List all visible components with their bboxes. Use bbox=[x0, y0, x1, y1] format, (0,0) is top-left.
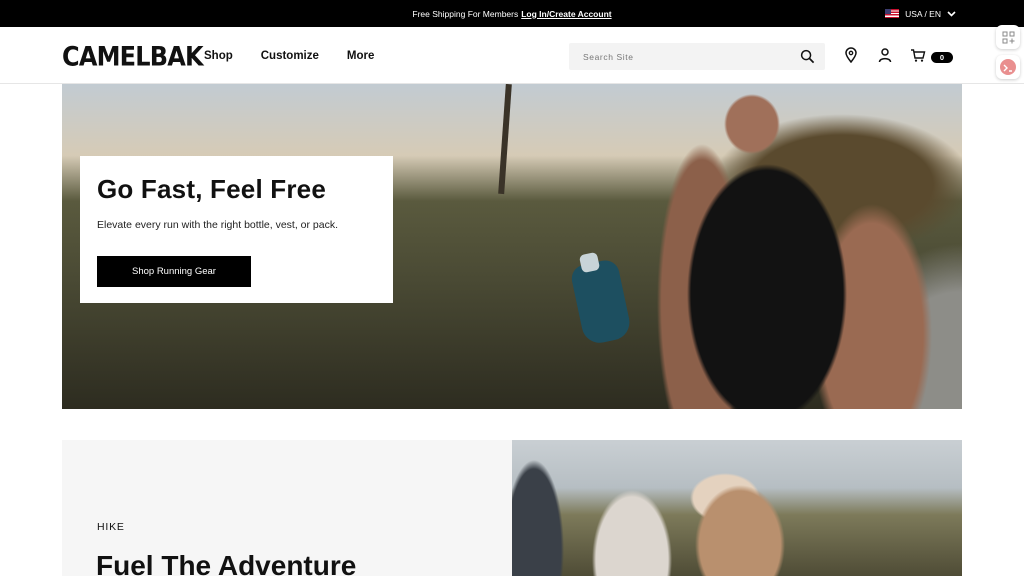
site-header: CAMELBAK Shop Customize More bbox=[0, 27, 1024, 84]
hike-eyebrow: HIKE bbox=[97, 521, 125, 533]
location-pin-icon[interactable] bbox=[843, 47, 859, 63]
main-nav: Shop Customize More bbox=[204, 27, 374, 84]
widget-assistant-button[interactable] bbox=[996, 55, 1020, 79]
widget-grid-button[interactable] bbox=[996, 25, 1020, 49]
hike-promo-panel: HIKE Fuel The Adventure bbox=[62, 440, 512, 581]
nav-shop[interactable]: Shop bbox=[204, 50, 233, 62]
hero-title: Go Fast, Feel Free bbox=[97, 174, 327, 204]
grid-icon bbox=[1002, 31, 1014, 43]
hero-image-tree bbox=[498, 84, 512, 195]
announcement-message: Free Shipping For Members Log In/Create … bbox=[0, 0, 1024, 27]
nav-customize[interactable]: Customize bbox=[261, 50, 319, 62]
hero-image-bottle bbox=[569, 257, 633, 347]
user-icon[interactable] bbox=[877, 47, 893, 63]
search-icon[interactable] bbox=[800, 49, 815, 64]
chevron-down-icon bbox=[947, 10, 956, 17]
announcement-text: Free Shipping For Members bbox=[412, 8, 519, 19]
cart-icon[interactable] bbox=[910, 47, 926, 63]
search-input[interactable] bbox=[569, 43, 794, 70]
assistant-icon bbox=[1000, 59, 1016, 75]
locale-label: USA / EN bbox=[905, 8, 941, 19]
logo[interactable]: CAMELBAK bbox=[62, 41, 204, 72]
hero-card: Go Fast, Feel Free Elevate every run wit… bbox=[80, 156, 393, 303]
locale-selector[interactable]: USA / EN bbox=[885, 0, 956, 27]
announcement-bar: Free Shipping For Members Log In/Create … bbox=[0, 0, 1024, 27]
login-link[interactable]: Log In/Create Account bbox=[521, 9, 611, 19]
hero-banner: Go Fast, Feel Free Elevate every run wit… bbox=[62, 84, 962, 409]
hike-promo-image[interactable] bbox=[512, 440, 962, 576]
nav-more[interactable]: More bbox=[347, 50, 374, 62]
cart-count-badge[interactable]: 0 bbox=[931, 52, 953, 63]
us-flag-icon bbox=[885, 9, 900, 18]
hike-title: Fuel The Adventure bbox=[96, 550, 357, 581]
search-bar bbox=[569, 43, 825, 70]
shop-running-gear-button[interactable]: Shop Running Gear bbox=[97, 256, 251, 287]
hero-subtitle: Elevate every run with the right bottle,… bbox=[97, 219, 339, 231]
